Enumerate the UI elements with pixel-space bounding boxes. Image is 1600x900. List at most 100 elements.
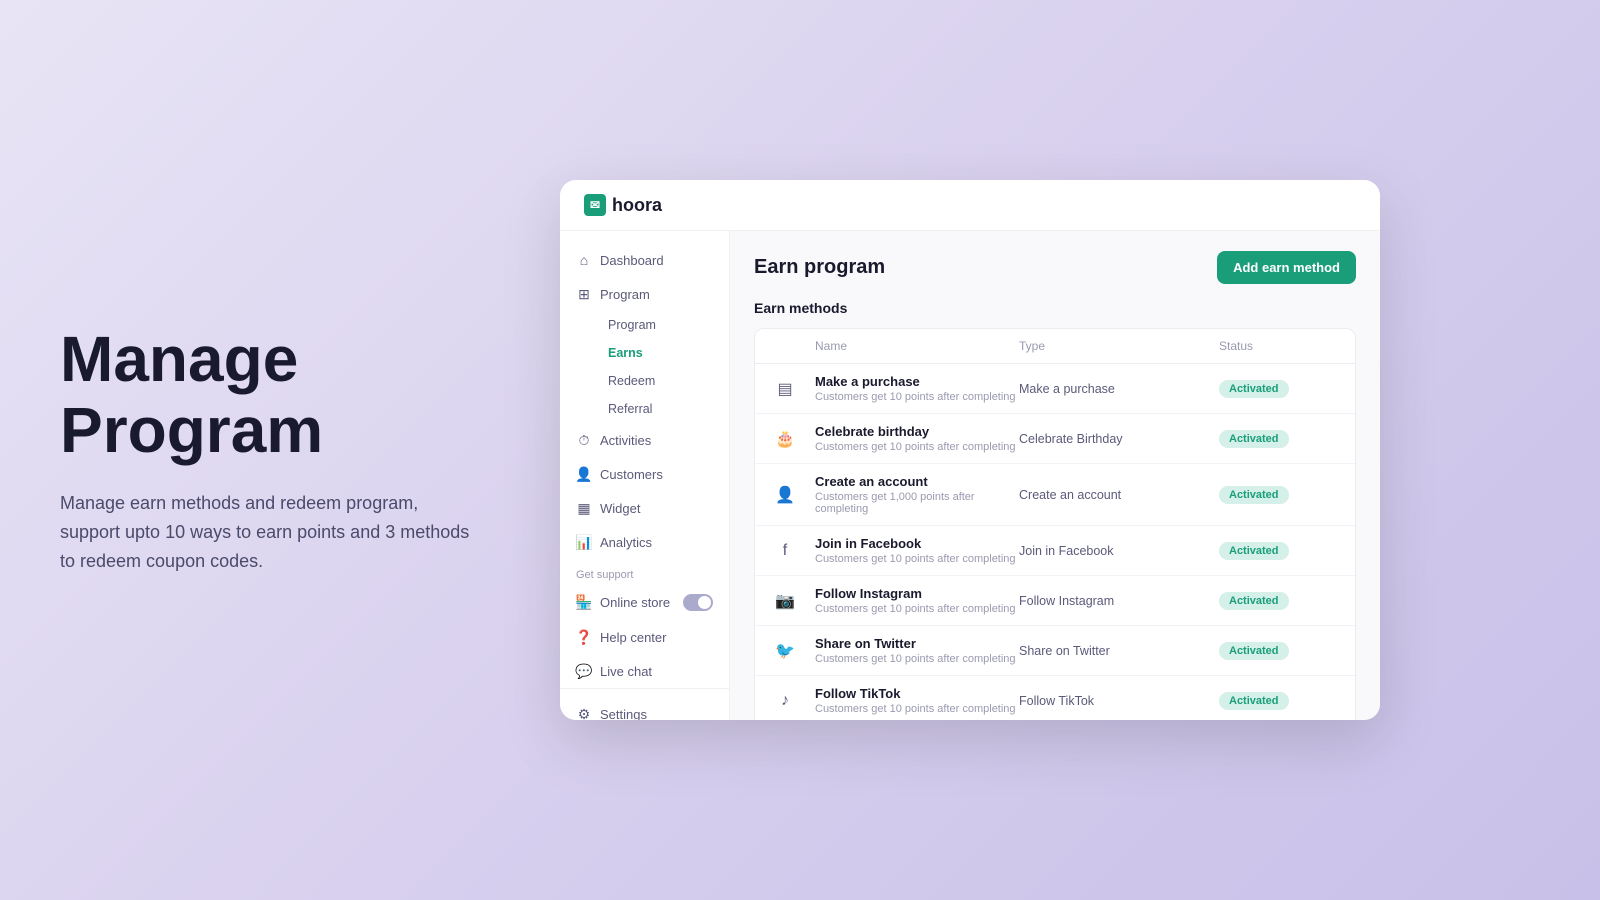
sidebar-subitem-earns[interactable]: Earns [592, 339, 729, 367]
app-window: ✉ hoora ⌂ Dashboard ⊞ Program [560, 180, 1380, 720]
sidebar-subitem-referral[interactable]: Referral [592, 395, 729, 423]
col-icon [771, 339, 815, 353]
table-row[interactable]: 🎂 Celebrate birthday Customers get 10 po… [755, 414, 1355, 464]
sidebar-label-activities: Activities [600, 433, 651, 448]
main-content: Earn program Add earn method Earn method… [730, 231, 1380, 720]
row-status-celebrate-birthday: Activated [1219, 429, 1339, 448]
chat-icon: 💬 [576, 663, 592, 679]
app-body: ⌂ Dashboard ⊞ Program Program [560, 231, 1380, 720]
row-info-create-account: Create an account Customers get 1,000 po… [815, 474, 1019, 515]
row-icon-create-account: 👤 [771, 481, 799, 509]
clock-icon: ⏱ [576, 432, 592, 448]
row-info-join-facebook: Join in Facebook Customers get 10 points… [815, 536, 1019, 565]
status-badge-make-purchase: Activated [1219, 380, 1289, 398]
table-row[interactable]: 🐦 Share on Twitter Customers get 10 poin… [755, 626, 1355, 676]
row-desc-make-purchase: Customers get 10 points after completing [815, 391, 1019, 403]
sidebar-item-activities[interactable]: ⏱ Activities [560, 423, 729, 457]
sidebar-item-online-store[interactable]: 🏪 Online store [560, 585, 729, 620]
hero-section: Manage Program Manage earn methods and r… [60, 324, 480, 575]
row-type-follow-tiktok: Follow TikTok [1019, 694, 1219, 708]
sidebar-subitem-redeem[interactable]: Redeem [592, 367, 729, 395]
status-badge-follow-tiktok: Activated [1219, 692, 1289, 710]
widget-icon: ▦ [576, 500, 592, 516]
home-icon: ⌂ [576, 252, 592, 268]
row-icon-follow-instagram: 📷 [771, 587, 799, 615]
hero-title: Manage Program [60, 324, 480, 465]
col-name: Name [815, 339, 1019, 353]
table-row[interactable]: 📷 Follow Instagram Customers get 10 poin… [755, 576, 1355, 626]
table-row[interactable]: 👤 Create an account Customers get 1,000 … [755, 464, 1355, 526]
status-badge-create-account: Activated [1219, 486, 1289, 504]
sidebar-label-help-center: Help center [600, 630, 666, 645]
status-badge-join-facebook: Activated [1219, 542, 1289, 560]
page-layout: Manage Program Manage earn methods and r… [0, 0, 1600, 900]
row-desc-celebrate-birthday: Customers get 10 points after completing [815, 441, 1019, 453]
row-name-follow-instagram: Follow Instagram [815, 586, 1019, 601]
sidebar-label-live-chat: Live chat [600, 664, 652, 679]
col-status: Status [1219, 339, 1339, 353]
row-desc-join-facebook: Customers get 10 points after completing [815, 553, 1019, 565]
row-desc-follow-instagram: Customers get 10 points after completing [815, 603, 1019, 615]
sidebar-item-program[interactable]: ⊞ Program [560, 277, 729, 311]
row-type-share-twitter: Share on Twitter [1019, 644, 1219, 658]
row-info-celebrate-birthday: Celebrate birthday Customers get 10 poin… [815, 424, 1019, 453]
row-icon-join-facebook: f [771, 537, 799, 565]
settings-icon: ⚙ [576, 706, 592, 720]
row-name-follow-tiktok: Follow TikTok [815, 686, 1019, 701]
sidebar-item-live-chat[interactable]: 💬 Live chat [560, 654, 729, 688]
table-header: Name Type Status [755, 329, 1355, 364]
sidebar-item-customers[interactable]: 👤 Customers [560, 457, 729, 491]
row-type-make-purchase: Make a purchase [1019, 382, 1219, 396]
row-icon-make-purchase: ▤ [771, 375, 799, 403]
sidebar-item-analytics[interactable]: 📊 Analytics [560, 525, 729, 559]
row-name-make-purchase: Make a purchase [815, 374, 1019, 389]
row-status-follow-instagram: Activated [1219, 591, 1339, 610]
row-type-create-account: Create an account [1019, 488, 1219, 502]
row-name-share-twitter: Share on Twitter [815, 636, 1019, 651]
row-status-join-facebook: Activated [1219, 541, 1339, 560]
sidebar: ⌂ Dashboard ⊞ Program Program [560, 231, 730, 720]
row-name-join-facebook: Join in Facebook [815, 536, 1019, 551]
logo-icon: ✉ [584, 194, 606, 216]
sidebar-label-settings: Settings [600, 707, 647, 721]
store-icon: 🏪 [576, 595, 592, 611]
row-icon-follow-tiktok: ♪ [771, 687, 799, 715]
sidebar-subitem-program[interactable]: Program [592, 311, 729, 339]
online-store-toggle[interactable] [683, 594, 713, 611]
row-status-follow-tiktok: Activated [1219, 691, 1339, 710]
logo: ✉ hoora [584, 194, 662, 216]
sidebar-program-submenu: Program Earns Redeem Referral [560, 311, 729, 423]
row-name-create-account: Create an account [815, 474, 1019, 489]
analytics-icon: 📊 [576, 534, 592, 550]
hero-description: Manage earn methods and redeem program, … [60, 489, 480, 575]
help-icon: ❓ [576, 629, 592, 645]
main-header: Earn program Add earn method [754, 251, 1356, 284]
row-icon-celebrate-birthday: 🎂 [771, 425, 799, 453]
sidebar-item-widget[interactable]: ▦ Widget [560, 491, 729, 525]
sidebar-label-analytics: Analytics [600, 535, 652, 550]
status-badge-share-twitter: Activated [1219, 642, 1289, 660]
table-row[interactable]: ▤ Make a purchase Customers get 10 point… [755, 364, 1355, 414]
row-info-make-purchase: Make a purchase Customers get 10 points … [815, 374, 1019, 403]
sidebar-top: ⌂ Dashboard ⊞ Program Program [560, 243, 729, 688]
add-earn-method-button[interactable]: Add earn method [1217, 251, 1356, 284]
table-row[interactable]: f Join in Facebook Customers get 10 poin… [755, 526, 1355, 576]
row-desc-share-twitter: Customers get 10 points after completing [815, 653, 1019, 665]
sidebar-label-customers: Customers [600, 467, 663, 482]
status-badge-follow-instagram: Activated [1219, 592, 1289, 610]
row-info-share-twitter: Share on Twitter Customers get 10 points… [815, 636, 1019, 665]
sidebar-item-settings[interactable]: ⚙ Settings [560, 697, 729, 720]
section-title: Earn methods [754, 300, 1356, 316]
col-type: Type [1019, 339, 1219, 353]
sidebar-item-help-center[interactable]: ❓ Help center [560, 620, 729, 654]
logo-text: hoora [612, 195, 662, 216]
user-icon: 👤 [576, 466, 592, 482]
row-status-make-purchase: Activated [1219, 379, 1339, 398]
sidebar-label-widget: Widget [600, 501, 640, 516]
sidebar-label-program: Program [600, 287, 650, 302]
row-desc-create-account: Customers get 1,000 points after complet… [815, 491, 1019, 515]
table-row[interactable]: ♪ Follow TikTok Customers get 10 points … [755, 676, 1355, 720]
app-header: ✉ hoora [560, 180, 1380, 231]
sidebar-item-dashboard[interactable]: ⌂ Dashboard [560, 243, 729, 277]
row-type-celebrate-birthday: Celebrate Birthday [1019, 432, 1219, 446]
